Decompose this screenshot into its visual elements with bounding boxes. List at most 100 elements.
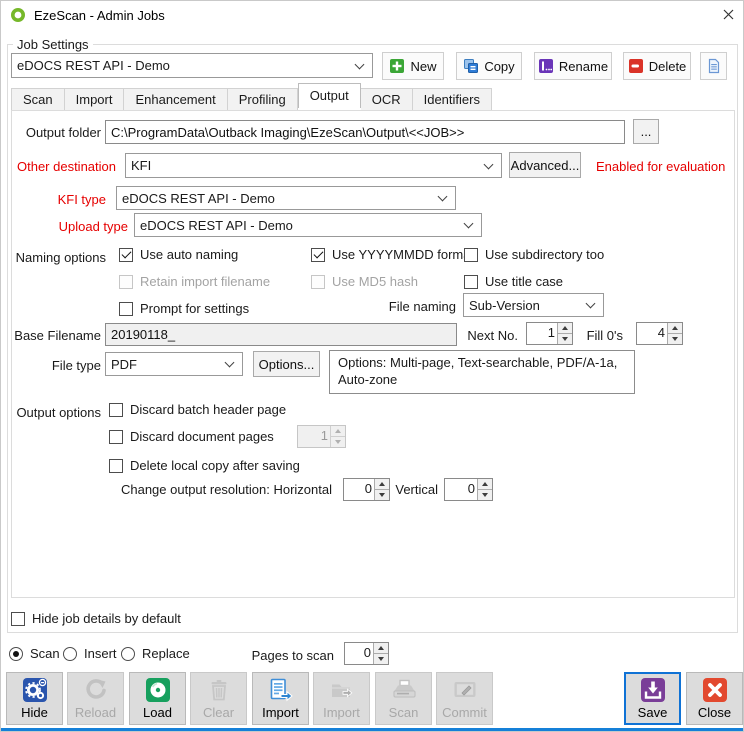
file-type-select[interactable]: PDF <box>105 352 243 376</box>
resolution-horizontal-spinner[interactable]: 0 <box>343 478 390 501</box>
upload-type-select[interactable]: eDOCS REST API - Demo <box>134 213 482 237</box>
checkbox-box <box>311 275 325 289</box>
naming-options-label: Naming options <box>11 250 106 265</box>
tab-strip: Scan Import Enhancement Profiling Output… <box>11 88 492 110</box>
kfi-type-select[interactable]: eDOCS REST API - Demo <box>116 186 456 210</box>
next-no-label: Next No. <box>446 328 518 343</box>
checkbox-box[interactable] <box>119 302 133 316</box>
spin-up-icon[interactable] <box>478 479 492 490</box>
checkbox-use-title-case[interactable]: Use title case <box>464 273 563 290</box>
spin-down-icon[interactable] <box>375 490 389 500</box>
checkbox-use-md5-hash: Use MD5 hash <box>311 273 418 290</box>
file-naming-select[interactable]: Sub-Version <box>463 293 604 317</box>
ezescan-admin-jobs-window: EzeScan - Admin Jobs Job Settings eDOCS … <box>0 0 744 732</box>
checkbox-discard-document-pages[interactable]: Discard document pages <box>109 428 274 445</box>
checkbox-box[interactable] <box>464 275 478 289</box>
pages-to-scan-label: Pages to scan <box>251 648 334 663</box>
checkbox-box[interactable] <box>311 248 325 262</box>
output-folder-label: Output folder <box>11 125 101 140</box>
checkbox-delete-local-copy[interactable]: Delete local copy after saving <box>109 457 300 474</box>
other-destination-select[interactable]: KFI <box>125 153 502 178</box>
chevron-down-icon <box>438 192 448 202</box>
output-options-label: Output options <box>11 405 101 420</box>
checkbox-box[interactable] <box>11 612 25 626</box>
job-report-button[interactable] <box>700 52 727 80</box>
scanner-icon <box>391 677 417 703</box>
spin-down-icon[interactable] <box>374 654 388 664</box>
discard-pages-spinner: 1 <box>297 425 346 448</box>
radio-replace[interactable]: Replace <box>121 645 190 662</box>
tab-output[interactable]: Output <box>298 83 361 108</box>
checkbox-hide-job-details[interactable]: Hide job details by default <box>11 610 181 627</box>
file-type-options-button[interactable]: Options... <box>253 351 320 377</box>
rename-job-button[interactable]: Rename <box>534 52 612 80</box>
tab-import[interactable]: Import <box>65 88 125 110</box>
browse-output-folder-button[interactable]: ... <box>633 119 659 144</box>
upload-type-label: Upload type <box>11 219 128 234</box>
chevron-down-icon <box>225 358 235 368</box>
spin-down-icon[interactable] <box>478 490 492 500</box>
checkbox-discard-batch-header-page[interactable]: Discard batch header page <box>109 401 286 418</box>
file-type-label: File type <box>11 358 101 373</box>
spin-up-icon[interactable] <box>558 323 572 334</box>
radio-button[interactable] <box>63 647 77 661</box>
chevron-down-icon <box>355 59 365 69</box>
toolbar-load-button[interactable]: Load <box>129 672 186 725</box>
pages-to-scan-spinner[interactable]: 0 <box>344 642 389 665</box>
tab-profiling[interactable]: Profiling <box>228 88 298 110</box>
spin-up-icon[interactable] <box>375 479 389 490</box>
checkbox-box[interactable] <box>119 248 133 262</box>
checkbox-use-auto-naming[interactable]: Use auto naming <box>119 246 238 263</box>
radio-insert[interactable]: Insert <box>63 645 117 662</box>
output-folder-input[interactable] <box>105 120 625 144</box>
trash-icon <box>206 677 232 703</box>
resolution-vertical-label: Vertical <box>393 482 438 497</box>
toolbar-save-button[interactable]: Save <box>624 672 681 725</box>
copy-job-button[interactable]: Copy <box>456 52 522 80</box>
commit-icon <box>452 677 478 703</box>
import-document-icon <box>268 677 294 703</box>
checkbox-use-subdirectory-too[interactable]: Use subdirectory too <box>464 246 604 263</box>
chevron-down-icon <box>464 219 474 229</box>
ezescan-logo-icon <box>10 7 26 23</box>
delete-job-button[interactable]: Delete <box>623 52 691 80</box>
spin-down-icon[interactable] <box>558 334 572 344</box>
toolbar-hide-button[interactable]: Hide <box>6 672 63 725</box>
checkbox-box[interactable] <box>464 248 478 262</box>
fill-zeros-spinner[interactable]: 4 <box>636 322 683 345</box>
advanced-button[interactable]: Advanced... <box>509 152 581 178</box>
tab-scan[interactable]: Scan <box>11 88 65 110</box>
checkbox-box[interactable] <box>109 459 123 473</box>
toolbar-import-button[interactable]: Import <box>252 672 309 725</box>
new-job-button[interactable]: New <box>382 52 444 80</box>
base-filename-input[interactable] <box>105 323 457 346</box>
file-type-options-summary: Options: Multi-page, Text-searchable, PD… <box>329 350 635 394</box>
spin-up-icon <box>331 426 345 437</box>
checkbox-use-yyyymmdd-format[interactable]: Use YYYYMMDD format <box>311 246 474 263</box>
document-icon <box>706 58 722 74</box>
delete-icon <box>628 58 644 74</box>
spin-down-icon[interactable] <box>668 334 682 344</box>
radio-scan[interactable]: Scan <box>9 645 60 662</box>
fill-zeros-label: Fill 0's <box>578 328 623 343</box>
toolbar-reload-button: Reload <box>67 672 124 725</box>
tab-enhancement[interactable]: Enhancement <box>124 88 227 110</box>
checkbox-box[interactable] <box>109 430 123 444</box>
chevron-down-icon <box>484 159 494 169</box>
toolbar-close-button[interactable]: Close <box>686 672 743 725</box>
checkbox-box[interactable] <box>109 403 123 417</box>
next-no-spinner[interactable]: 1 <box>526 322 573 345</box>
tab-ocr[interactable]: OCR <box>361 88 413 110</box>
tab-identifiers[interactable]: Identifiers <box>413 88 492 110</box>
checkbox-prompt-for-settings[interactable]: Prompt for settings <box>119 300 249 317</box>
spin-down-icon <box>331 437 345 447</box>
resolution-vertical-spinner[interactable]: 0 <box>444 478 493 501</box>
radio-button[interactable] <box>9 647 23 661</box>
spin-up-icon[interactable] <box>374 643 388 654</box>
window-close-icon[interactable] <box>713 2 743 27</box>
radio-button[interactable] <box>121 647 135 661</box>
spin-up-icon[interactable] <box>668 323 682 334</box>
checkbox-box <box>119 275 133 289</box>
toolbar-import-folder-button: Import <box>313 672 370 725</box>
job-select[interactable]: eDOCS REST API - Demo <box>11 53 373 78</box>
